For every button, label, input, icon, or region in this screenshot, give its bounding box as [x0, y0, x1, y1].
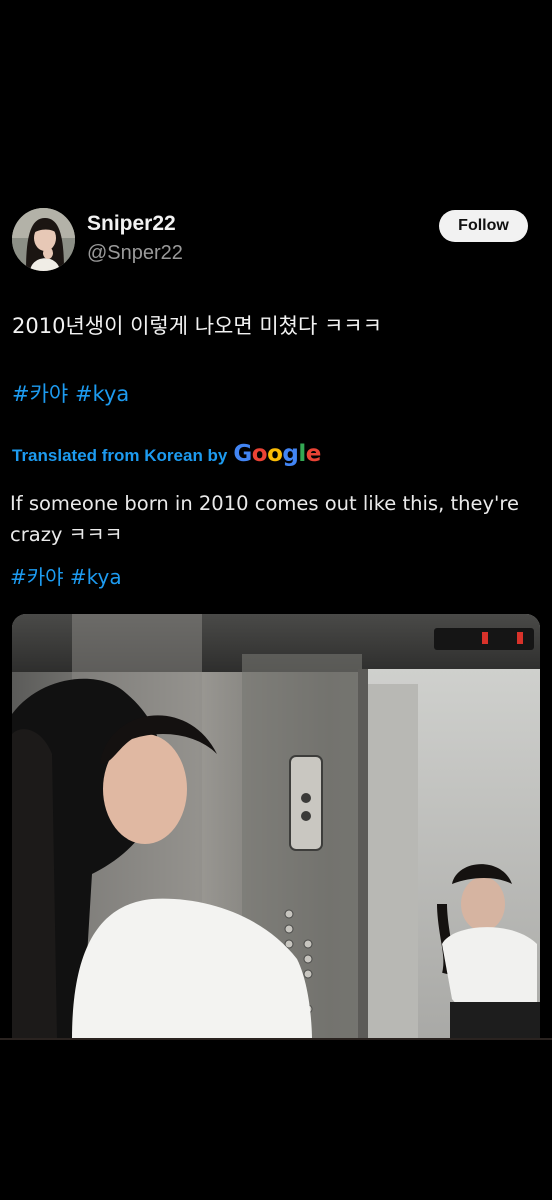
translated-text: If someone born in 2010 comes out like t…: [10, 492, 519, 546]
hashtag-link[interactable]: #kya: [70, 565, 122, 589]
display-name[interactable]: Sniper22: [87, 212, 176, 236]
hashtag-link[interactable]: #kya: [75, 382, 129, 406]
tweet-card: Sniper22 @Snper22 Follow 2010년생이 이렇게 나오면…: [0, 0, 552, 1200]
translation-attribution[interactable]: Translated from Korean by Google: [12, 441, 321, 467]
tweet-text: 2010년생이 이렇게 나오면 미쳤다 ㅋㅋㅋ: [12, 314, 382, 338]
elevator-photo-icon: [12, 614, 540, 1039]
tweet-media-image[interactable]: [12, 614, 540, 1039]
hashtag-link[interactable]: #카야: [10, 565, 64, 589]
translated-hashtag-row: #카야 #kya: [10, 561, 122, 590]
hashtag-link[interactable]: #카야: [12, 382, 68, 406]
hashtag-row: #카야 #kya: [12, 378, 129, 408]
translation-label: Translated from Korean by: [12, 446, 228, 465]
divider: [0, 1038, 552, 1040]
user-handle[interactable]: @Snper22: [87, 242, 183, 265]
avatar-photo-icon: [12, 208, 75, 271]
follow-button[interactable]: Follow: [439, 210, 528, 242]
google-logo-icon: Google: [233, 441, 321, 467]
avatar[interactable]: [12, 208, 75, 271]
